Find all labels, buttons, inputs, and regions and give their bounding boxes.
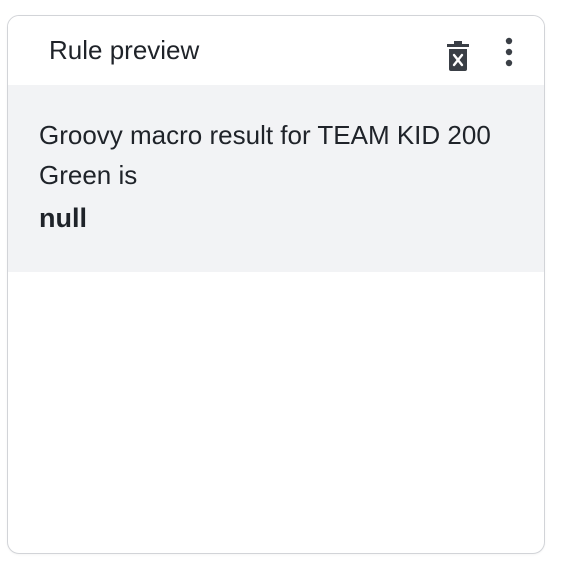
preview-message: Groovy macro result for TEAM KID 200 Gre… [39,120,491,190]
card-header: Rule preview [8,16,544,85]
preview-panel: Groovy macro result for TEAM KID 200 Gre… [8,85,544,272]
trash-x-icon [447,41,469,71]
more-options-button[interactable] [494,32,524,72]
card-title: Rule preview [49,35,200,65]
preview-result-value: null [39,203,87,233]
more-vertical-icon [505,37,513,67]
delete-button[interactable] [440,36,476,76]
rule-preview-card: Rule preview Groovy macro result for TEA… [7,15,545,554]
